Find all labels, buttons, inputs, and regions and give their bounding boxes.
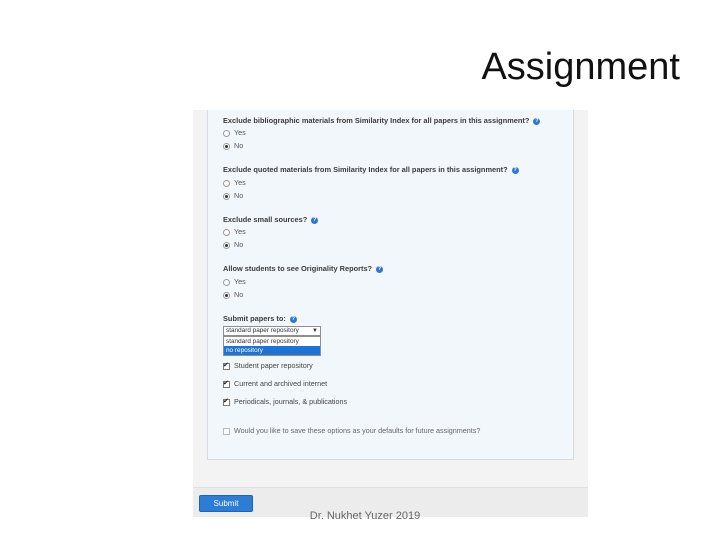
screenshot-frame: Exclude bibliographic materials from Sim… — [193, 110, 588, 517]
slide-title: Assignment — [481, 46, 680, 88]
radio-small-sources-no[interactable]: No — [223, 240, 243, 249]
question-label: Exclude small sources? — [223, 215, 308, 224]
option-label: Yes — [234, 227, 246, 236]
repository-select[interactable]: standard paper repository ▼ — [223, 326, 321, 336]
checkbox-icon[interactable] — [223, 361, 230, 370]
checkbox-icon[interactable] — [223, 397, 230, 406]
radio-icon[interactable] — [223, 291, 230, 299]
question-icon[interactable]: ? — [533, 117, 541, 125]
dropdown-option-standard[interactable]: standard paper repository — [224, 337, 320, 346]
option-label: Yes — [234, 277, 246, 286]
question-icon[interactable]: ? — [289, 315, 297, 323]
option-label: Yes — [234, 178, 246, 187]
question-small-sources: Exclude small sources?? — [223, 215, 319, 224]
radio-icon[interactable] — [223, 228, 230, 236]
question-label: Exclude quoted materials from Similarity… — [223, 165, 508, 174]
checkbox-internet[interactable]: Current and archived internet — [223, 379, 327, 388]
settings-panel: Exclude bibliographic materials from Sim… — [207, 110, 574, 460]
option-label: No — [234, 290, 244, 299]
chevron-down-icon[interactable]: ▼ — [312, 327, 318, 335]
checkbox-icon[interactable] — [223, 427, 230, 435]
question-icon[interactable]: ? — [376, 265, 384, 273]
radio-quoted-no[interactable]: No — [223, 191, 243, 200]
option-label: No — [234, 141, 244, 150]
checkbox-label: Current and archived internet — [234, 379, 328, 388]
checkbox-student-repository[interactable]: Student paper repository — [223, 361, 313, 370]
radio-icon[interactable] — [223, 129, 230, 137]
option-label: No — [234, 191, 244, 200]
question-label: Exclude bibliographic materials from Sim… — [223, 116, 530, 125]
question-bibliographic: Exclude bibliographic materials from Sim… — [223, 116, 541, 125]
question-originality: Allow students to see Originality Report… — [223, 264, 384, 273]
submit-button[interactable]: Submit — [199, 495, 253, 512]
question-icon[interactable]: ? — [511, 166, 519, 174]
question-label: Allow students to see Originality Report… — [223, 264, 373, 273]
radio-bibliographic-no[interactable]: No — [223, 141, 243, 150]
checkbox-label: Would you like to save these options as … — [234, 426, 481, 435]
dropdown-option-none[interactable]: no repository — [224, 346, 320, 355]
checkbox-periodicals[interactable]: Periodicals, journals, & publications — [223, 397, 347, 406]
radio-originality-yes[interactable]: Yes — [223, 277, 246, 286]
question-icon[interactable]: ? — [311, 216, 319, 224]
radio-bibliographic-yes[interactable]: Yes — [223, 128, 246, 137]
option-label: No — [234, 240, 244, 249]
radio-quoted-yes[interactable]: Yes — [223, 178, 246, 187]
select-value: standard paper repository — [226, 327, 299, 334]
checkbox-label: Periodicals, journals, & publications — [234, 397, 348, 406]
radio-icon[interactable] — [223, 192, 230, 200]
slide-footer: Dr. Nukhet Yuzer 2019 — [309, 510, 421, 522]
radio-icon[interactable] — [223, 142, 230, 150]
checkbox-icon[interactable] — [223, 379, 230, 388]
question-submit-papers: Submit papers to:? — [223, 314, 297, 323]
radio-icon[interactable] — [223, 179, 230, 187]
radio-small-sources-yes[interactable]: Yes — [223, 227, 246, 236]
option-label: Yes — [234, 128, 246, 137]
checkbox-save-defaults[interactable]: Would you like to save these options as … — [223, 426, 480, 435]
radio-originality-no[interactable]: No — [223, 290, 243, 299]
radio-icon[interactable] — [223, 241, 230, 249]
question-quoted: Exclude quoted materials from Similarity… — [223, 165, 519, 174]
radio-icon[interactable] — [223, 278, 230, 286]
repository-dropdown: standard paper repository no repository — [223, 336, 321, 356]
question-label: Submit papers to: — [223, 314, 286, 323]
checkbox-label: Student paper repository — [234, 361, 313, 370]
